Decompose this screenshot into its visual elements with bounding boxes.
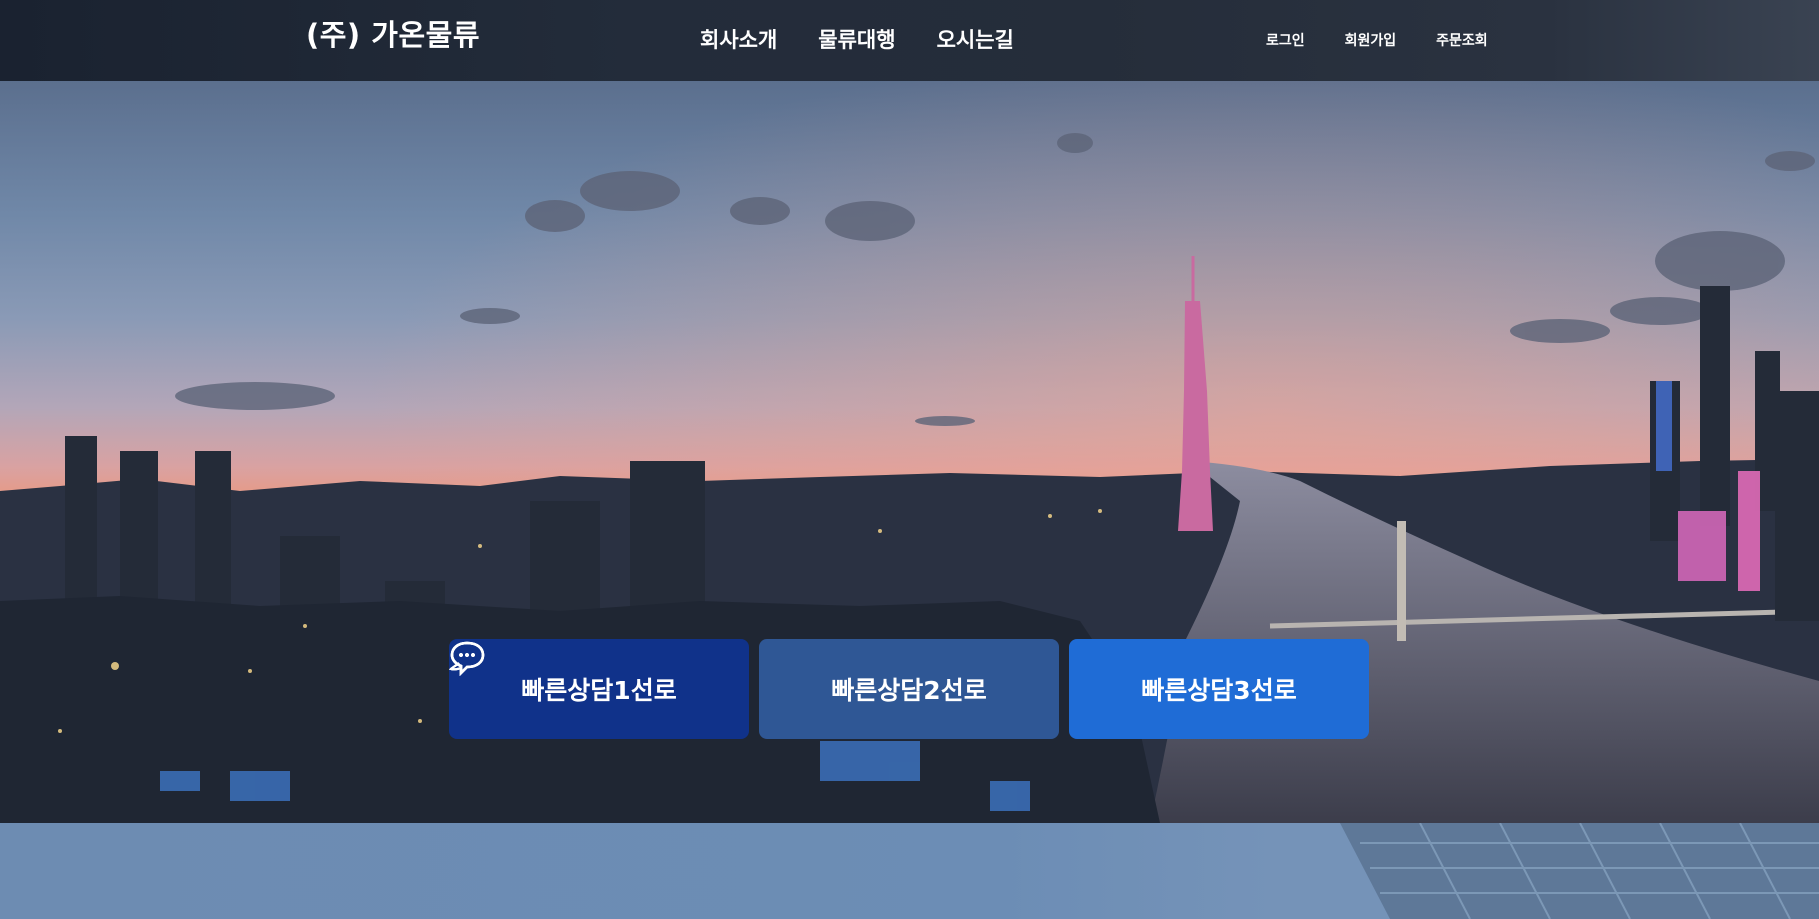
site-logo[interactable]: (주) 가온물류	[306, 12, 480, 54]
glass-building-image	[1340, 823, 1819, 919]
quick-consult-label: 빠른상담3선로	[1141, 676, 1297, 705]
nav-company-intro[interactable]: 회사소개	[700, 24, 777, 54]
quick-consult-row: 빠른상담1선로 빠른상담2선로 빠른상담3선로	[449, 639, 1369, 739]
site-header: (주) 가온물류 회사소개 물류대행 오시는길 로그인 회원가입 주문조회	[0, 0, 1819, 81]
hero-banner: 빠른상담1선로 빠른상담2선로 빠른상담3선로	[0, 81, 1819, 823]
order-lookup-link[interactable]: 주문조회	[1436, 30, 1488, 50]
quick-consult-line-1-button[interactable]: 빠른상담1선로	[449, 639, 749, 739]
quick-consult-line-3-button[interactable]: 빠른상담3선로	[449, 639, 1369, 739]
nav-directions[interactable]: 오시는길	[937, 24, 1014, 54]
quick-consult-label: 빠른상담1선로	[521, 676, 677, 705]
quick-consult-line-2-button[interactable]: 빠른상담2선로	[449, 639, 1059, 739]
main-nav: 회사소개 물류대행 오시는길	[700, 24, 1014, 54]
chat-bubbles-icon	[449, 641, 485, 677]
signup-link[interactable]: 회원가입	[1345, 30, 1397, 50]
nav-logistics-service[interactable]: 물류대행	[818, 24, 895, 54]
next-section-banner	[0, 823, 1819, 919]
quick-consult-label: 빠른상담2선로	[831, 676, 987, 705]
login-link[interactable]: 로그인	[1266, 30, 1305, 50]
util-nav: 로그인 회원가입 주문조회	[1266, 30, 1488, 50]
